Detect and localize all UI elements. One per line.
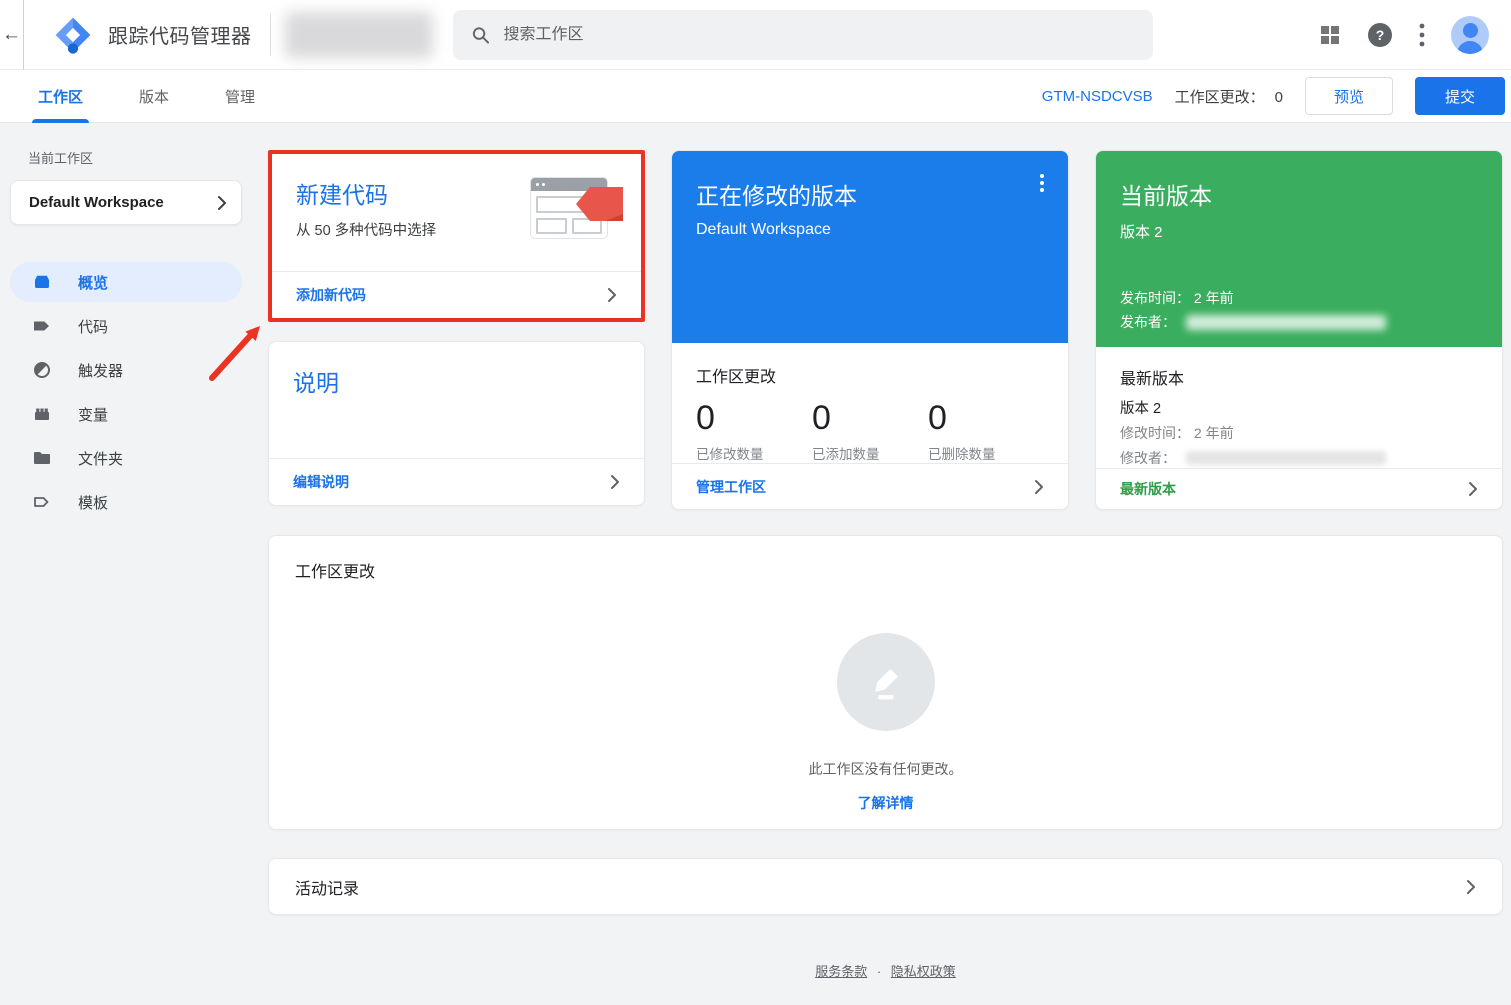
redacted-account-name [285,12,433,58]
search-bar[interactable] [453,10,1153,60]
description-title: 说明 [293,364,620,398]
stat-modified: 0 已修改数量 [696,399,812,463]
redacted-publisher-name [1186,315,1386,330]
tab-admin[interactable]: 管理 [197,70,283,123]
app-header: ← 跟踪代码管理器 ? [0,0,1511,70]
overview-icon [32,272,52,292]
chevron-right-icon [1034,479,1044,495]
search-input[interactable] [504,26,1135,44]
trigger-icon [32,360,52,380]
tab-versions[interactable]: 版本 [111,70,197,123]
tag-window-illustration-icon [531,176,623,240]
manage-workspace-action[interactable]: 管理工作区 [672,463,1068,509]
chevron-right-icon [1468,481,1478,497]
edit-pencil-icon [837,633,935,731]
workspace-changes-card: 工作区更改 此工作区没有任何更改。 了解详情 [268,535,1503,830]
header-divider [270,14,271,56]
activity-log-card[interactable]: 活动记录 [268,858,1503,915]
current-workspace-label: 当前工作区 [28,148,252,167]
stat-added: 0 已添加数量 [812,399,928,463]
chevron-right-icon [610,474,620,490]
submit-button[interactable]: 提交 [1415,77,1505,115]
red-tag-icon [575,186,623,222]
publisher-label: 发布者： [1120,310,1176,334]
learn-more-link[interactable]: 了解详情 [858,793,914,813]
sidebar-item-triggers[interactable]: 触发器 [10,350,242,390]
edit-description-action[interactable]: 编辑说明 [269,458,644,505]
card-more-menu-icon[interactable] [1032,171,1052,195]
editing-version-workspace: Default Workspace [696,221,1044,239]
account-avatar[interactable] [1451,16,1489,54]
editing-version-card: 正在修改的版本 Default Workspace 工作区更改 0 已修改数量 [671,150,1069,510]
svg-text:?: ? [1376,27,1385,43]
preview-button[interactable]: 预览 [1305,77,1393,115]
sidebar-nav: 概览 代码 触发器 [0,262,252,522]
add-new-tag-action[interactable]: 添加新代码 [272,271,641,318]
live-version-number: 版本 2 [1120,221,1478,242]
avatar-person-icon [1463,23,1478,38]
back-arrow-icon: ← [2,24,21,46]
empty-state-text: 此工作区没有任何更改。 [809,759,963,779]
sidebar-item-tags[interactable]: 代码 [10,306,242,346]
workspace-changes-count: 工作区更改：0 [1175,86,1283,107]
terms-link[interactable]: 服务条款 [815,964,867,979]
editing-version-title: 正在修改的版本 [696,177,1044,211]
sidebar-item-templates[interactable]: 模板 [10,482,242,522]
stat-deleted: 0 已删除数量 [928,399,1044,463]
chevron-right-icon [607,287,617,303]
live-version-card: 当前版本 版本 2 发布时间： 2 年前 发布者： 最新版本 版本 2 [1095,150,1503,510]
modifier-label: 修改者： [1120,448,1176,468]
description-card: 说明 编辑说明 [268,341,645,506]
chevron-right-icon [217,195,227,211]
sidebar-item-overview[interactable]: 概览 [10,262,242,302]
published-time: 发布时间： 2 年前 [1120,286,1478,310]
sidebar-item-folders[interactable]: 文件夹 [10,438,242,478]
live-version-title: 当前版本 [1120,177,1478,211]
workspace-selector[interactable]: Default Workspace [10,180,242,225]
annotation-red-box: 新建代码 从 50 多种代码中选择 [268,150,645,322]
gtm-logo-icon [54,16,92,54]
main-area: 新建代码 从 50 多种代码中选择 [252,123,1511,1005]
redacted-modifier-name [1186,451,1386,465]
page-footer: 服务条款 · 隐私权政策 [268,961,1503,980]
back-button[interactable]: ← [0,0,24,70]
app-title: 跟踪代码管理器 [108,20,252,49]
search-icon [471,25,490,45]
tab-workspace[interactable]: 工作区 [10,70,111,123]
help-icon[interactable]: ? [1367,22,1393,48]
folder-icon [32,448,52,468]
sidebar: 当前工作区 Default Workspace 概览 代码 [0,123,252,1005]
apps-grid-icon[interactable] [1319,24,1341,46]
latest-version-info: 最新版本 版本 2 修改时间： 2 年前 修改者： [1096,347,1502,468]
template-icon [32,492,52,512]
more-menu-icon[interactable] [1419,23,1425,47]
toolbar: 工作区 版本 管理 GTM-NSDCVSB 工作区更改：0 预览 提交 [0,70,1511,123]
new-tag-card: 新建代码 从 50 多种代码中选择 [272,154,641,318]
tag-icon [32,316,52,336]
container-id-link[interactable]: GTM-NSDCVSB [1042,88,1153,105]
sidebar-item-variables[interactable]: 变量 [10,394,242,434]
modified-time: 修改时间： 2 年前 [1120,423,1478,443]
chevron-right-icon [1466,879,1476,895]
latest-version-action[interactable]: 最新版本 [1096,468,1502,509]
workspace-name: Default Workspace [29,194,164,211]
workspace-changes-stats: 工作区更改 0 已修改数量 0 已添加数量 0 [672,343,1068,463]
variable-icon [32,404,52,424]
privacy-link[interactable]: 隐私权政策 [891,964,956,979]
